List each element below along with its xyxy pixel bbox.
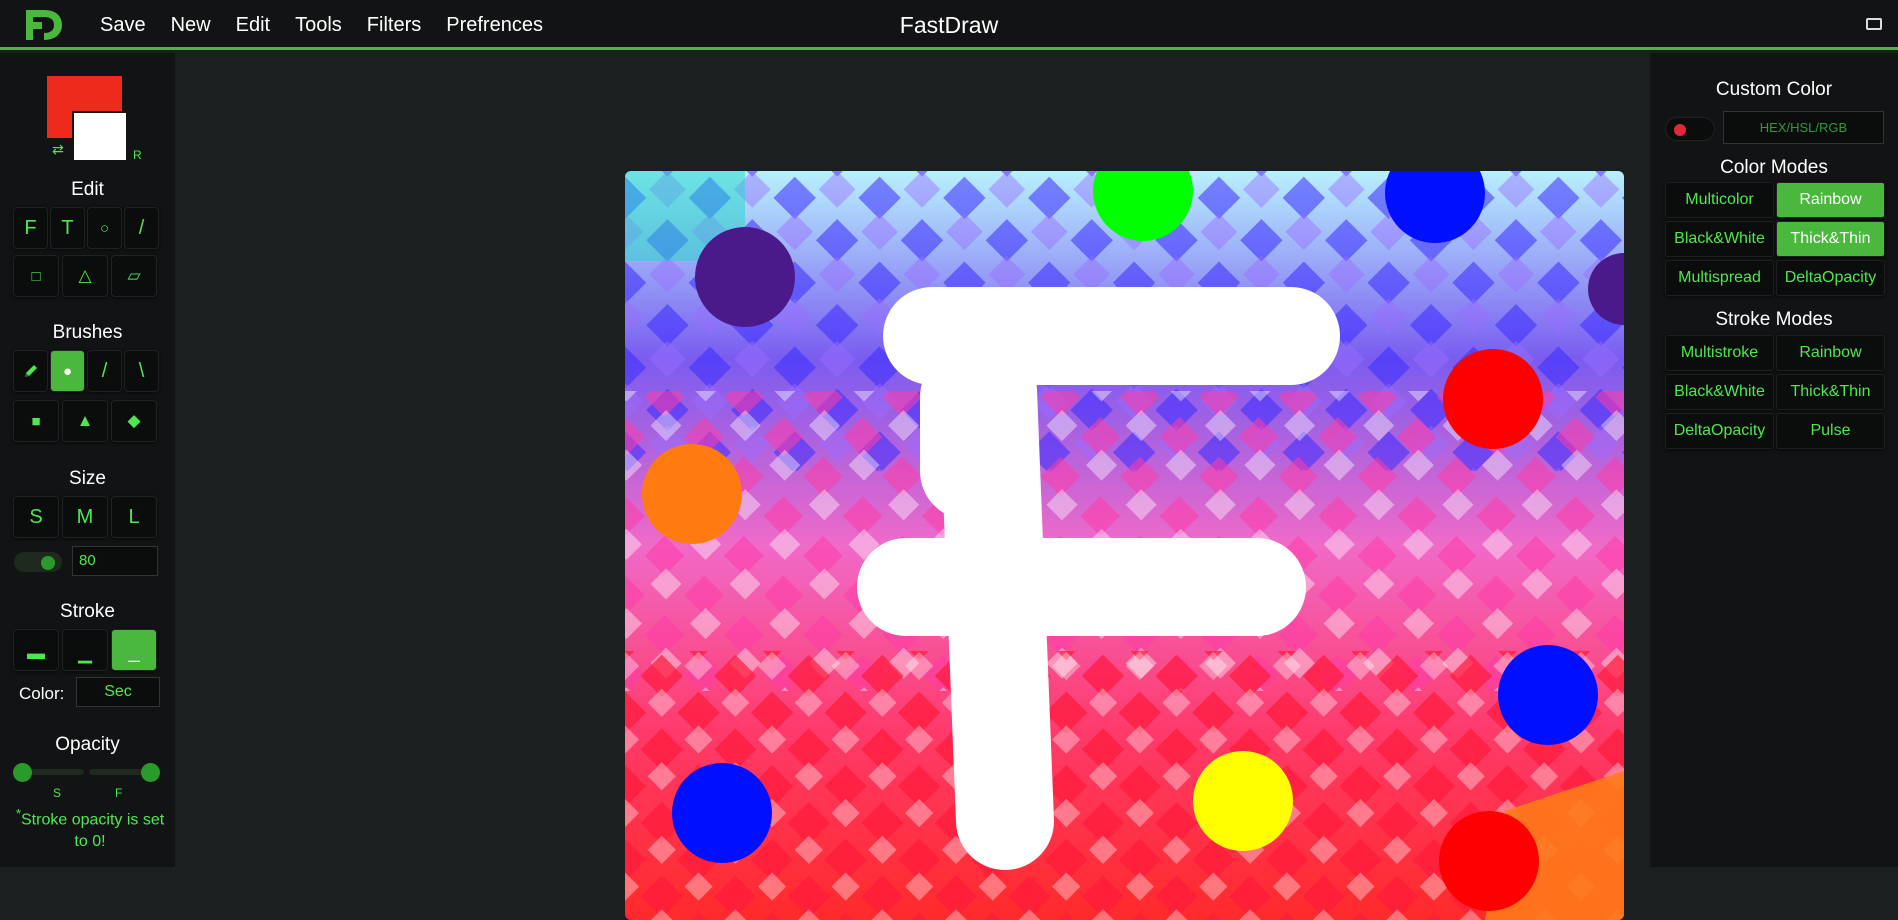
color-mode-thick-thin[interactable]: Thick&Thin: [1776, 221, 1885, 257]
opacity-note: *Stroke opacity is set to 0!: [10, 803, 170, 853]
edit-parallelogram-button[interactable]: ▱: [111, 255, 157, 297]
stroke-mode-thick-thin[interactable]: Thick&Thin: [1776, 374, 1885, 410]
stroke-modes-title: Stroke Modes: [1715, 309, 1833, 330]
edit-text-t-button[interactable]: T: [50, 207, 85, 249]
menu-edit[interactable]: Edit: [236, 14, 270, 37]
brush-round-button[interactable]: ●: [50, 350, 85, 392]
custom-color-input[interactable]: HEX/HSL/RGB: [1723, 111, 1884, 144]
edit-section-title: Edit: [71, 179, 104, 200]
top-bar: Save New Edit Tools Filters Prefrences F…: [0, 0, 1898, 50]
opacity-note-text: Stroke opacity is set to 0!: [21, 811, 165, 851]
stroke-color-select[interactable]: Sec: [76, 677, 160, 707]
red-dot-right: [1443, 349, 1543, 449]
brush-square-button[interactable]: ■: [13, 400, 59, 442]
purple-dot: [695, 227, 795, 327]
size-small-button[interactable]: S: [13, 496, 59, 538]
color-mode-rainbow[interactable]: Rainbow: [1776, 182, 1885, 218]
custom-color-dot: [1674, 124, 1686, 136]
secondary-color-swatch[interactable]: [72, 111, 128, 162]
stroke-mode-multistroke[interactable]: Multistroke: [1665, 335, 1774, 371]
stroke-mode-rainbow[interactable]: Rainbow: [1776, 335, 1885, 371]
reset-colors-button[interactable]: R: [133, 148, 142, 162]
opacity-start-tick: S: [53, 786, 62, 800]
stroke-mode-black-white[interactable]: Black&White: [1665, 374, 1774, 410]
size-slider-knob[interactable]: [41, 556, 55, 570]
orange-dot: [642, 444, 742, 544]
edit-circle-button[interactable]: ○: [87, 207, 122, 249]
brush-backslash-button[interactable]: \: [124, 350, 159, 392]
edit-rectangle-button[interactable]: □: [13, 255, 59, 297]
drawing-canvas[interactable]: [625, 171, 1624, 920]
size-medium-button[interactable]: M: [62, 496, 108, 538]
blue-dot-bottom: [672, 763, 772, 863]
color-mode-delta-opacity[interactable]: DeltaOpacity: [1776, 260, 1885, 296]
color-modes-title: Color Modes: [1720, 157, 1828, 178]
pencil-icon: [24, 365, 37, 377]
size-value-input[interactable]: 80: [72, 546, 158, 576]
stroke-thick-button[interactable]: ▬: [13, 629, 59, 671]
swap-colors-icon[interactable]: ⇄: [52, 141, 64, 158]
brush-pencil-button[interactable]: [13, 350, 48, 392]
brush-slash-button[interactable]: /: [87, 350, 122, 392]
size-section-title: Size: [69, 468, 106, 489]
fastdraw-logo-icon[interactable]: [22, 6, 64, 44]
menu-filters[interactable]: Filters: [367, 14, 421, 37]
stroke-mode-pulse[interactable]: Pulse: [1776, 413, 1885, 449]
brushes-section-title: Brushes: [52, 322, 123, 343]
custom-color-toggle[interactable]: [1665, 117, 1715, 141]
edit-triangle-button[interactable]: △: [62, 255, 108, 297]
stroke-section-title: Stroke: [60, 601, 115, 622]
menu-new[interactable]: New: [171, 14, 211, 37]
blue-dot-right: [1498, 645, 1598, 745]
stroke-mode-delta-opacity[interactable]: DeltaOpacity: [1665, 413, 1774, 449]
opacity-section-title: Opacity: [55, 734, 120, 755]
window-toggle-icon[interactable]: [1866, 18, 1882, 30]
brush-diamond-button[interactable]: ◆: [111, 400, 157, 442]
stroke-thin-button[interactable]: _: [111, 629, 157, 671]
opacity-end-tick: F: [115, 786, 123, 800]
color-mode-black-white[interactable]: Black&White: [1665, 221, 1774, 257]
main-menu: Save New Edit Tools Filters Prefrences: [100, 0, 543, 50]
size-slider-toggle[interactable]: [14, 552, 62, 572]
left-toolbar: ⇄ R Edit F T ○ / □ △ ▱ Brushes ● / \ ■ ▲…: [0, 53, 175, 867]
color-mode-multispread[interactable]: Multispread: [1665, 260, 1774, 296]
yellow-dot: [1193, 751, 1293, 851]
red-dot-bottom: [1439, 811, 1539, 911]
stroke-color-label: Color:: [19, 684, 65, 703]
menu-tools[interactable]: Tools: [295, 14, 342, 37]
right-panel: Custom Color HEX/HSL/RGB Color Modes Mul…: [1650, 53, 1898, 867]
canvas-area: [175, 53, 1650, 920]
edit-line-button[interactable]: /: [124, 207, 159, 249]
stroke-medium-button[interactable]: ▁: [62, 629, 108, 671]
opacity-start-knob[interactable]: [13, 763, 32, 782]
menu-save[interactable]: Save: [100, 14, 146, 37]
size-large-button[interactable]: L: [111, 496, 157, 538]
color-mode-multicolor[interactable]: Multicolor: [1665, 182, 1774, 218]
edit-text-f-button[interactable]: F: [13, 207, 48, 249]
menu-preferences[interactable]: Prefrences: [446, 14, 543, 37]
custom-color-title: Custom Color: [1715, 79, 1833, 100]
brush-triangle-button[interactable]: ▲: [62, 400, 108, 442]
opacity-end-knob[interactable]: [141, 763, 160, 782]
